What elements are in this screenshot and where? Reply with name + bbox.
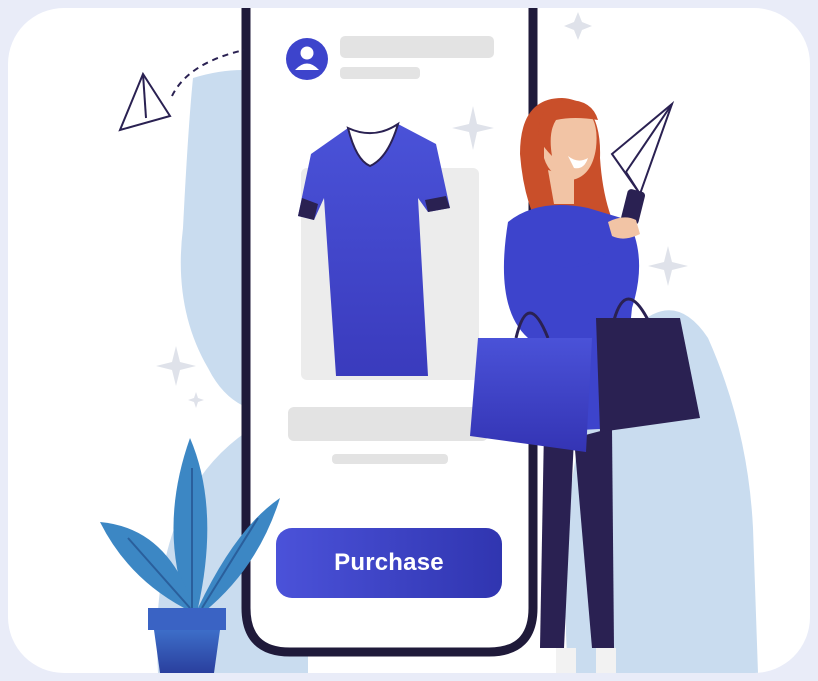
subtitle-placeholder xyxy=(340,67,420,79)
avatar-icon xyxy=(286,38,328,80)
paper-plane-icon xyxy=(610,100,675,197)
purchase-button[interactable]: Purchase xyxy=(276,528,502,598)
description-placeholder xyxy=(288,407,488,441)
title-placeholder xyxy=(340,36,494,58)
illustration-card: Purchase xyxy=(8,8,810,673)
price-placeholder xyxy=(332,454,448,464)
